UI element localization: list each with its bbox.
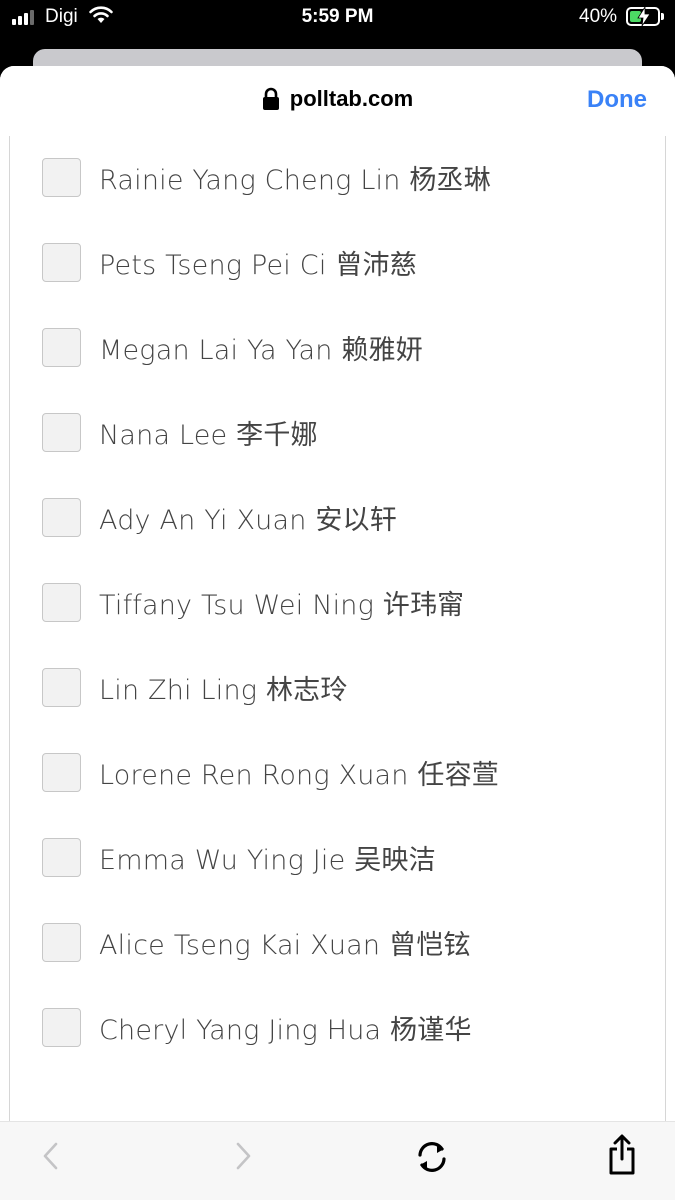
poll-option[interactable]: Tiffany Tsu Wei Ning 许玮甯 <box>42 583 464 622</box>
option-label: Lin Zhi Ling 林志玲 <box>99 675 348 706</box>
option-label: Emma Wu Ying Jie 吴映洁 <box>99 845 436 876</box>
option-checkbox[interactable] <box>42 923 81 962</box>
option-checkbox[interactable] <box>42 498 81 537</box>
option-checkbox[interactable] <box>42 413 81 452</box>
browser-sheet: polltab.com Done Rainie Yang Cheng Lin 杨… <box>0 66 675 1200</box>
option-label: Lorene Ren Rong Xuan 任容萱 <box>99 760 499 791</box>
option-checkbox[interactable] <box>42 158 81 197</box>
option-label: Nana Lee 李千娜 <box>99 420 318 451</box>
option-label: Ady An Yi Xuan 安以轩 <box>99 505 397 536</box>
address-display: polltab.com <box>0 86 675 112</box>
option-checkbox[interactable] <box>42 328 81 367</box>
option-checkbox[interactable] <box>42 668 81 707</box>
poll-option[interactable]: Emma Wu Ying Jie 吴映洁 <box>42 838 436 877</box>
charging-bolt-icon <box>637 7 651 26</box>
poll-option[interactable]: Rainie Yang Cheng Lin 杨丞琳 <box>42 158 491 197</box>
browser-toolbar <box>0 1121 675 1200</box>
poll-content: Rainie Yang Cheng Lin 杨丞琳 Pets Tseng Pei … <box>9 136 666 1121</box>
option-label: Alice Tseng Kai Xuan 曾恺铉 <box>99 930 471 961</box>
forward-icon[interactable] <box>230 1138 256 1174</box>
lock-icon <box>262 87 279 110</box>
option-label: Cheryl Yang Jing Hua 杨谨华 <box>99 1015 472 1046</box>
sheet-header: polltab.com Done <box>0 66 675 136</box>
done-button[interactable]: Done <box>587 86 647 114</box>
option-checkbox[interactable] <box>42 753 81 792</box>
poll-option[interactable]: Cheryl Yang Jing Hua 杨谨华 <box>42 1008 472 1047</box>
status-bar: Digi 5:59 PM 40% <box>0 0 675 44</box>
battery-percent: 40% <box>579 6 618 27</box>
option-checkbox[interactable] <box>42 838 81 877</box>
poll-option[interactable]: Nana Lee 李千娜 <box>42 413 318 452</box>
battery-cap <box>661 13 664 20</box>
poll-option[interactable]: Alice Tseng Kai Xuan 曾恺铉 <box>42 923 471 962</box>
poll-option[interactable]: Megan Lai Ya Yan 赖雅妍 <box>42 328 423 367</box>
share-icon[interactable] <box>606 1134 638 1176</box>
option-label: Pets Tseng Pei Ci 曾沛慈 <box>99 250 417 281</box>
option-label: Megan Lai Ya Yan 赖雅妍 <box>99 335 423 366</box>
battery-icon <box>626 7 660 26</box>
option-checkbox[interactable] <box>42 1008 81 1047</box>
poll-option[interactable]: Lin Zhi Ling 林志玲 <box>42 668 348 707</box>
url-text: polltab.com <box>289 86 414 111</box>
option-label: Rainie Yang Cheng Lin 杨丞琳 <box>99 165 491 196</box>
poll-option[interactable]: Pets Tseng Pei Ci 曾沛慈 <box>42 243 417 282</box>
back-icon[interactable] <box>38 1138 64 1174</box>
poll-option[interactable]: Lorene Ren Rong Xuan 任容萱 <box>42 753 499 792</box>
poll-option[interactable]: Ady An Yi Xuan 安以轩 <box>42 498 397 537</box>
reload-icon[interactable] <box>413 1138 451 1176</box>
option-checkbox[interactable] <box>42 583 81 622</box>
option-checkbox[interactable] <box>42 243 81 282</box>
option-label: Tiffany Tsu Wei Ning 许玮甯 <box>99 590 465 621</box>
clock: 5:59 PM <box>301 6 374 27</box>
